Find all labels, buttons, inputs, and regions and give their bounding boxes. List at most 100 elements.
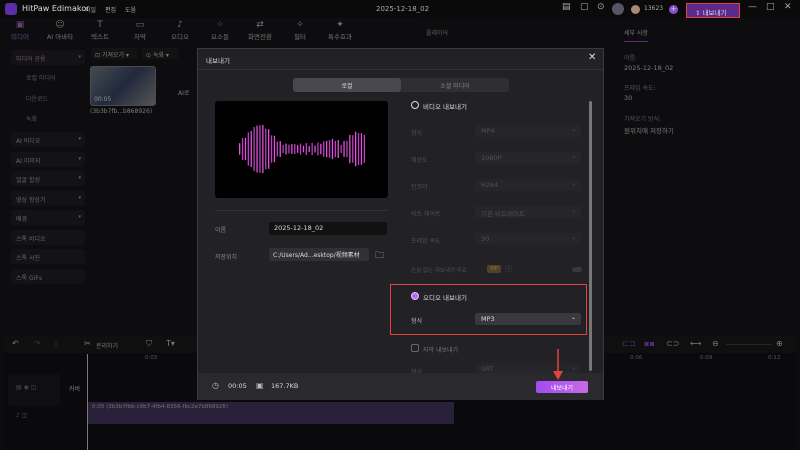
tab-local[interactable]: 로컬	[293, 78, 401, 92]
detail-name-label: 이름:	[624, 55, 638, 62]
path-label: 저장위치	[215, 254, 238, 261]
info-icon[interactable]: ⓘ	[505, 264, 512, 274]
waveform-bar	[311, 142, 313, 156]
tab-social[interactable]: 소셜 미디어	[401, 78, 509, 92]
detail-import-value: 원위치에 저장하기	[624, 127, 674, 135]
waveform-bar	[297, 145, 299, 153]
export-tabs: 로컬 소셜 미디어	[293, 78, 509, 92]
toolbar-label: 텍스트	[91, 33, 109, 41]
waveform-bar	[355, 131, 357, 167]
waveform-bar	[241, 138, 244, 160]
waveform-bar	[291, 144, 293, 154]
toolbar-icon: ✦	[336, 20, 344, 30]
subtitle-export-checkbox[interactable]	[411, 344, 419, 352]
video-track-controls[interactable]: ▤ ◉ ◫	[8, 374, 60, 406]
snap-icon[interactable]: ⊏⊐	[622, 339, 635, 348]
toolbar-tab-3[interactable]: ▭ 자막	[124, 20, 156, 41]
main-toolbar: ▣ 미디어 ☺ AI 아바타 T 텍스트 ▭ 자막 ♪ 오디오 ⁘ 요소들 ⇄ 화면전환 ✧ 필터 ✦ 특수효과	[0, 18, 420, 43]
dialog-scrollbar[interactable]	[589, 101, 592, 371]
audio-track-controls[interactable]: ♪ ◫	[16, 412, 27, 419]
subtitle-format-value: SRT	[481, 365, 494, 373]
audio-export-radio[interactable]	[411, 292, 419, 300]
split-button[interactable]: 분리하기	[96, 341, 118, 350]
toolbar-tab-6[interactable]: ⇄ 화면전환	[244, 20, 276, 41]
undo-icon[interactable]: ↶	[12, 339, 19, 348]
split-icon[interactable]: ✂	[84, 339, 91, 348]
video-export-radio[interactable]	[411, 101, 419, 109]
sidebar-media-library[interactable]: 미디어 공용 ▾	[11, 50, 85, 65]
video-export-label: 비디오 내보내기	[423, 103, 467, 111]
playhead[interactable]	[87, 354, 88, 450]
subtitle-export-label: 자막 내보내기	[423, 347, 459, 354]
link-icon[interactable]: ▪▪	[644, 339, 655, 348]
export-button[interactable]: 내보내기	[536, 381, 588, 393]
text-tool-icon[interactable]: T▾	[166, 339, 175, 348]
sidebar-local-media[interactable]: 로컬 미디어	[26, 73, 56, 82]
video-row-label: 형식	[411, 130, 423, 137]
toolbar-icon: ✧	[296, 20, 304, 30]
video-row-select[interactable]: H264 ⌄	[475, 179, 581, 191]
video-row-select[interactable]: 1080P ⌄	[475, 152, 581, 164]
record-button[interactable]: ⊙ 녹화 ▾	[142, 48, 178, 59]
zoom-out-icon[interactable]: ⊖	[712, 339, 719, 348]
name-input[interactable]: 2025-12-18_02	[269, 222, 387, 235]
sidebar-item-label: 얼굴 합성	[16, 177, 40, 184]
import-button[interactable]: ⊡ 가져오기 ▾	[91, 48, 137, 59]
waveform-bar	[314, 145, 316, 153]
sidebar-item-6[interactable]: 스톡 사진	[11, 249, 85, 264]
zoom-in-icon[interactable]: ⊕	[776, 339, 783, 348]
waveform-bar	[282, 144, 284, 154]
toolbar-tab-7[interactable]: ✧ 필터	[284, 20, 316, 41]
waveform-bar	[244, 137, 247, 161]
waveform-bar	[253, 126, 255, 172]
waveform-bar	[328, 140, 331, 158]
sidebar-item-2[interactable]: 얼굴 합성 ▾	[11, 171, 85, 186]
waveform-bar	[340, 144, 342, 154]
dialog-close-icon[interactable]: ✕	[588, 52, 596, 63]
details-panel: 세부 사항 이름: 2025-12-18_02 프레임 속도: 30 가져오기 …	[614, 20, 797, 332]
sidebar-item-4[interactable]: 배경 ▾	[11, 210, 85, 225]
toolbar-tab-1[interactable]: ☺ AI 아바타	[44, 20, 76, 41]
fit-icon[interactable]: ⟷	[690, 339, 701, 348]
folder-icon[interactable]: 🗀	[375, 248, 384, 264]
video-row-label: 해상도	[411, 157, 428, 164]
toolbar-tab-2[interactable]: T 텍스트	[84, 20, 116, 41]
sidebar-item-5[interactable]: 스톡 비디오	[11, 229, 85, 245]
zoom-slider[interactable]	[726, 344, 772, 345]
audio-clip[interactable]: 0:05 (3b3b7fbb-c9b7-4fb4-8356-fbc2e7b868…	[88, 402, 454, 424]
toolbar-tab-4[interactable]: ♪ 오디오	[164, 20, 196, 41]
marker-icon[interactable]: ⛉	[146, 339, 152, 349]
redo-icon[interactable]: ↷	[34, 339, 41, 348]
video-row-label: 인코더	[411, 184, 428, 191]
sidebar-item-7[interactable]: 스톡 GIFs	[11, 268, 85, 284]
toolbar-tab-8[interactable]: ✦ 특수효과	[324, 20, 356, 41]
sidebar-item-1[interactable]: AI 이미지 ▾	[11, 151, 85, 167]
sidebar-record[interactable]: 녹화	[26, 114, 37, 123]
sidebar-download[interactable]: 다운로드	[26, 94, 48, 103]
toolbar-tab-0[interactable]: ▣ 미디어	[4, 20, 36, 41]
ruler-tick: 0:09	[700, 355, 713, 361]
video-row-select[interactable]: MP4 ⌄	[475, 125, 581, 137]
ruler-tick: 0:03	[145, 355, 158, 361]
video-row-select[interactable]: 기본 비트레이트 ⌄	[475, 206, 581, 218]
audio-format-select[interactable]: MP3 ⌄	[475, 313, 581, 325]
tab-details[interactable]: 세부 사항	[624, 28, 648, 42]
delete-icon[interactable]: ▯	[54, 339, 58, 348]
split-view-icon[interactable]: ⊂⊃	[666, 339, 679, 348]
waveform-bar	[262, 124, 264, 174]
path-value: C:/Users/Ad...esktop/视频素材	[273, 252, 360, 259]
export-file-size: 167.7KB	[271, 382, 299, 390]
toolbar-label: 오디오	[171, 33, 189, 41]
sidebar-item-label: 스톡 GIFs	[16, 274, 42, 282]
waveform-bar	[357, 133, 360, 165]
waveform-bar	[256, 125, 258, 173]
sidebar-item-3[interactable]: 영상 향상기 ▾	[11, 190, 85, 206]
path-input[interactable]: C:/Users/Ad...esktop/视频素材	[269, 248, 369, 261]
media-thumbnail[interactable]: 00:05	[90, 66, 156, 106]
video-row-select[interactable]: 30 ⌄	[475, 233, 581, 245]
toolbar-icon: ♪	[177, 20, 183, 30]
lossless-toggle[interactable]	[572, 267, 582, 272]
toolbar-tab-5[interactable]: ⁘ 요소들	[204, 20, 236, 41]
cover-button[interactable]: 커버	[69, 384, 80, 393]
sidebar-item-0[interactable]: AI 비디오 ▾	[11, 132, 85, 147]
